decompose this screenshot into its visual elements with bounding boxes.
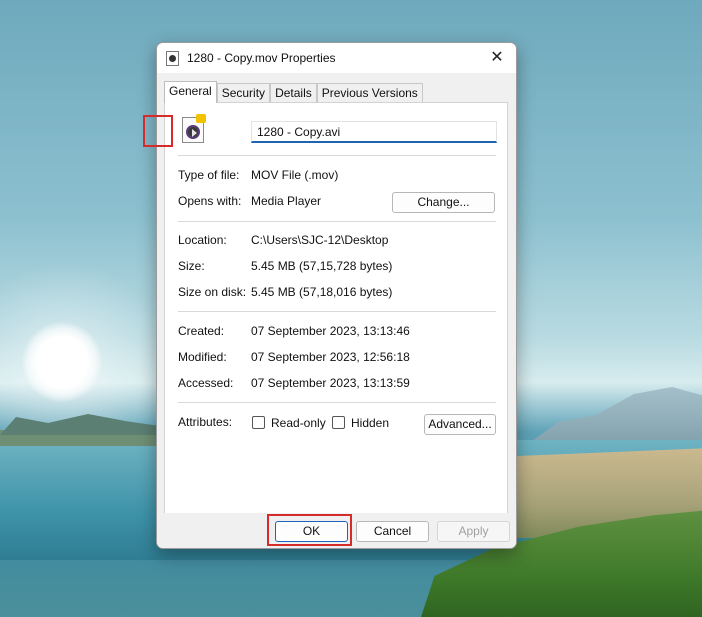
advanced-button[interactable]: Advanced...	[424, 414, 496, 435]
created-value: 07 September 2023, 13:13:46	[251, 324, 410, 338]
close-button[interactable]: ✕	[486, 47, 508, 69]
size-label: Size:	[178, 259, 205, 273]
divider	[178, 221, 496, 222]
dialog-title: 1280 - Copy.mov Properties	[187, 51, 336, 65]
read-only-label[interactable]: Read-only	[271, 416, 326, 430]
divider	[178, 311, 496, 312]
cancel-button[interactable]: Cancel	[356, 521, 429, 542]
lock-icon	[196, 114, 206, 123]
ok-button[interactable]: OK	[275, 521, 348, 542]
tab-security[interactable]: Security	[216, 83, 271, 102]
modified-value: 07 September 2023, 12:56:18	[251, 350, 410, 364]
video-file-icon	[166, 51, 179, 66]
location-value: C:\Users\SJC-12\Desktop	[251, 233, 389, 247]
type-of-file-value: MOV File (.mov)	[251, 168, 339, 182]
size-on-disk-value: 5.45 MB (57,18,016 bytes)	[251, 285, 393, 299]
opens-with-value: Media Player	[251, 194, 322, 208]
accessed-label: Accessed:	[178, 376, 234, 390]
properties-dialog: 1280 - Copy.mov Properties ✕ General Sec…	[156, 42, 517, 549]
modified-label: Modified:	[178, 350, 227, 364]
media-file-icon	[182, 114, 206, 143]
created-label: Created:	[178, 324, 225, 338]
apply-button[interactable]: Apply	[437, 521, 510, 542]
location-label: Location:	[178, 233, 227, 247]
title-bar[interactable]: 1280 - Copy.mov Properties ✕	[157, 43, 516, 73]
general-panel: Type of file: MOV File (.mov) Opens with…	[164, 102, 508, 514]
divider	[178, 155, 496, 156]
accessed-value: 07 September 2023, 13:13:59	[251, 376, 410, 390]
hidden-checkbox[interactable]	[332, 416, 345, 429]
change-button[interactable]: Change...	[392, 192, 495, 213]
divider	[178, 402, 496, 403]
tab-previous-versions[interactable]: Previous Versions	[316, 83, 423, 102]
size-on-disk-label: Size on disk:	[178, 285, 247, 299]
type-of-file-label: Type of file:	[178, 168, 240, 182]
sun	[22, 322, 102, 402]
tab-general[interactable]: General	[164, 81, 217, 103]
tab-details[interactable]: Details	[270, 83, 317, 102]
attributes-label: Attributes:	[178, 415, 233, 429]
dialog-footer: OK Cancel Apply	[157, 513, 516, 548]
opens-with-label: Opens with:	[178, 194, 242, 208]
hidden-label[interactable]: Hidden	[351, 416, 389, 430]
size-value: 5.45 MB (57,15,728 bytes)	[251, 259, 393, 273]
tab-strip: General Security Details Previous Versio…	[164, 81, 423, 103]
play-disc-icon	[186, 125, 200, 139]
read-only-checkbox[interactable]	[252, 416, 265, 429]
file-name-input[interactable]	[251, 121, 497, 143]
